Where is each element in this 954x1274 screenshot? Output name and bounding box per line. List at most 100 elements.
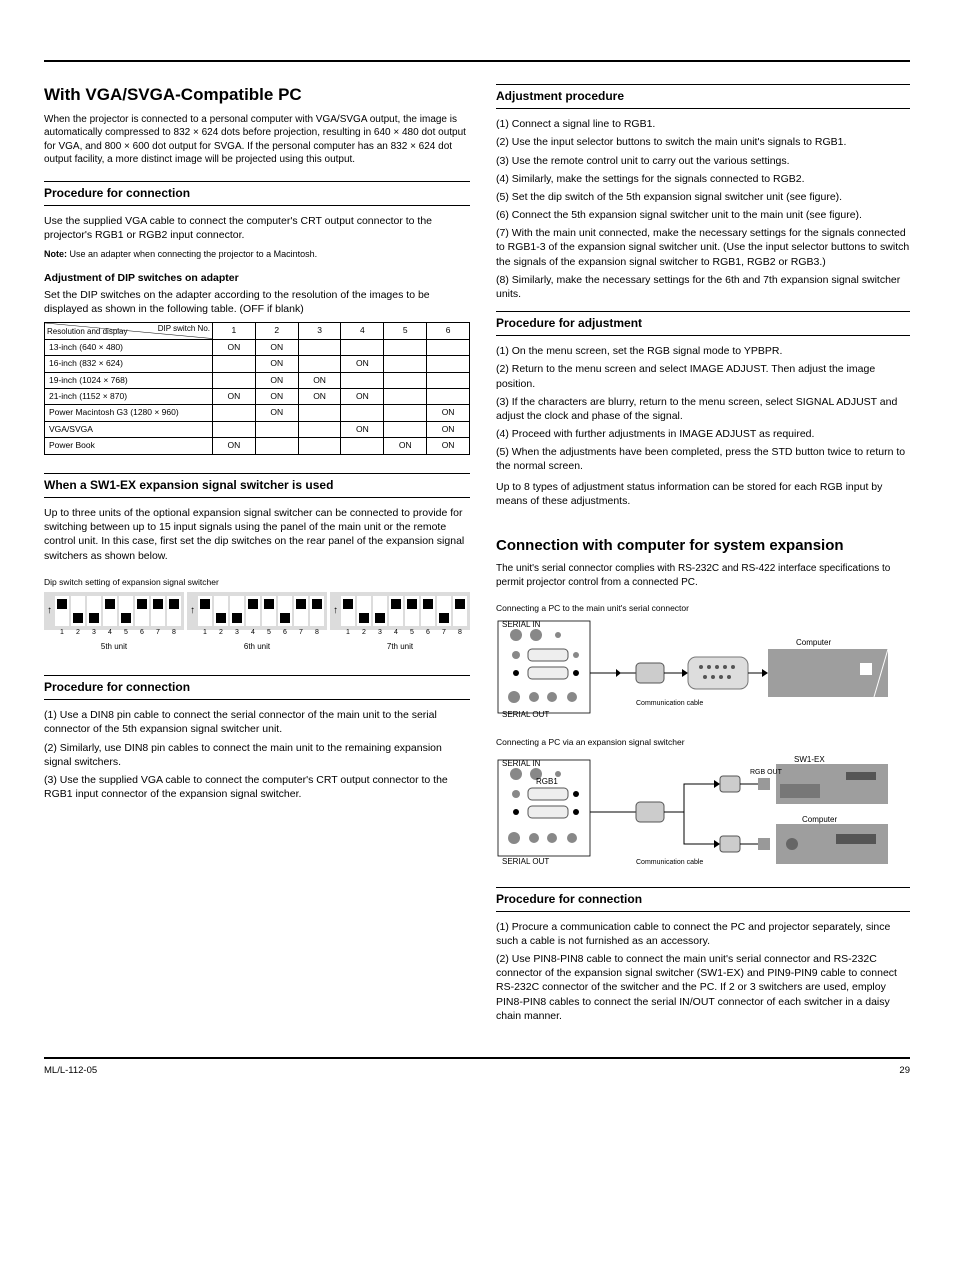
dip-unit: ↑12345678 — [187, 592, 327, 630]
right-heading-expansion: Connection with computer for system expa… — [496, 536, 910, 556]
dip-cell: ON — [298, 372, 341, 388]
svg-text:Computer: Computer — [796, 638, 831, 647]
sec-title-connection-2: Procedure for connection — [44, 679, 470, 695]
page-footer: ML/L-112-05 29 — [44, 1057, 910, 1076]
svg-text:RGB OUT: RGB OUT — [750, 769, 783, 776]
dip-cell — [213, 356, 256, 372]
dip-row-label: Power Macintosh G3 (1280 × 960) — [45, 405, 213, 421]
proc-step: (8) Similarly, make the necessary settin… — [496, 273, 910, 301]
proc-step: (3) Use the remote control unit to carry… — [496, 154, 910, 168]
dip-cell — [341, 405, 384, 421]
dip-cell: ON — [384, 438, 427, 454]
right-expansion-desc: The unit's serial connector complies wit… — [496, 562, 910, 589]
sw1ex-desc: Up to three units of the optional expans… — [44, 506, 470, 563]
dip-desc: Set the DIP switches on the adapter acco… — [44, 288, 470, 316]
dip-cell: ON — [255, 405, 298, 421]
dip-cell: ON — [213, 389, 256, 405]
proc-step: (4) Similarly, make the settings for the… — [496, 172, 910, 186]
dip-cell: ON — [255, 372, 298, 388]
dip-cell — [384, 389, 427, 405]
proc-text: Use the supplied VGA cable to connect th… — [44, 214, 470, 242]
proc-step: (1) Connect a signal line to RGB1. — [496, 117, 910, 131]
dip-cell: ON — [298, 389, 341, 405]
dip-cell — [341, 438, 384, 454]
proc-step: (6) Connect the 5th expansion signal swi… — [496, 208, 910, 222]
left-intro: When the projector is connected to a per… — [44, 113, 470, 167]
sec-title-adj1: Adjustment procedure — [496, 88, 910, 104]
proc-step: (2) Use the input selector buttons to sw… — [496, 135, 910, 149]
left-column: With VGA/SVGA-Compatible PC When the pro… — [44, 84, 470, 1027]
dip-row-label: VGA/SVGA — [45, 421, 213, 437]
rule — [44, 675, 470, 676]
proc-step: (3) Use the supplied VGA cable to connec… — [44, 773, 470, 801]
dip-cell — [384, 372, 427, 388]
footer-left: ML/L-112-05 — [44, 1065, 97, 1076]
proc-step: (1) Use a DIN8 pin cable to connect the … — [44, 708, 470, 736]
rule — [496, 335, 910, 336]
dip-unit: ↑12345678 — [330, 592, 470, 630]
rule — [44, 699, 470, 700]
dip-cell: ON — [255, 356, 298, 372]
dip-caption: Dip switch setting of expansion signal s… — [44, 577, 470, 588]
proc-step: (1) On the menu screen, set the RGB sign… — [496, 344, 910, 358]
rule — [44, 181, 470, 182]
dip-col: 6 — [427, 323, 470, 339]
diagram-caption-b: Connecting a PC via an expansion signal … — [496, 737, 910, 748]
dip-row-label: Power Book — [45, 438, 213, 454]
dip-cell — [298, 421, 341, 437]
dip-cell — [213, 405, 256, 421]
dip-cell: ON — [427, 438, 470, 454]
dip-col: 3 — [298, 323, 341, 339]
proc-step: (1) Procure a communication cable to con… — [496, 920, 910, 948]
dip-unit-label: 5th unit — [44, 642, 184, 653]
dip-cell: ON — [341, 356, 384, 372]
svg-text:RGB1: RGB1 — [536, 777, 558, 786]
proc-step: (7) With the main unit connected, make t… — [496, 226, 910, 269]
dip-cell: ON — [255, 339, 298, 355]
svg-text:SERIAL OUT: SERIAL OUT — [502, 857, 549, 866]
svg-text:SW1-EX: SW1-EX — [794, 755, 825, 764]
dip-cell: ON — [213, 438, 256, 454]
adj-summary: Up to 8 types of adjustment status infor… — [496, 480, 910, 508]
svg-text:Computer: Computer — [802, 815, 837, 824]
dip-cell: ON — [427, 405, 470, 421]
right-column: Adjustment procedure (1) Connect a signa… — [496, 84, 910, 1027]
dip-table-body: 13-inch (640 × 480)ONON16-inch (832 × 62… — [45, 339, 470, 454]
rule — [44, 205, 470, 206]
dip-cell — [427, 389, 470, 405]
connection-diagram-a: SERIAL IN SERIAL OUT Computer Communicat… — [496, 619, 896, 719]
rule — [44, 497, 470, 498]
dip-cell: ON — [341, 421, 384, 437]
dip-cell — [384, 356, 427, 372]
dip-cell — [341, 339, 384, 355]
dip-cell — [384, 421, 427, 437]
dip-switch-diagram: ↑12345678↑12345678↑12345678 — [44, 592, 470, 630]
dip-col: 2 — [255, 323, 298, 339]
proc-step: (4) Proceed with further adjustments in … — [496, 427, 910, 441]
footer-page: 29 — [899, 1065, 910, 1076]
proc-step: (2) Return to the menu screen and select… — [496, 362, 910, 390]
dip-row-label: 13-inch (640 × 480) — [45, 339, 213, 355]
dip-cell — [298, 405, 341, 421]
svg-text:Communication cable: Communication cable — [636, 859, 703, 866]
dip-cell — [298, 356, 341, 372]
rule — [496, 84, 910, 85]
dip-switch-table: DIP switch No. Resolution and display 1 … — [44, 322, 470, 455]
dip-col: 5 — [384, 323, 427, 339]
dip-cell — [384, 339, 427, 355]
dip-table-diag-header: DIP switch No. Resolution and display — [45, 323, 213, 339]
dip-row-label: 16-inch (832 × 624) — [45, 356, 213, 372]
dip-cell — [298, 438, 341, 454]
dip-row-label: 19-inch (1024 × 768) — [45, 372, 213, 388]
dip-cell — [384, 405, 427, 421]
dip-col: 4 — [341, 323, 384, 339]
left-heading: With VGA/SVGA-Compatible PC — [44, 84, 470, 107]
dip-cell — [341, 372, 384, 388]
svg-text:Communication cable: Communication cable — [636, 700, 703, 707]
dip-cell — [298, 339, 341, 355]
dip-cell — [255, 438, 298, 454]
rule — [496, 311, 910, 312]
svg-text:SERIAL IN: SERIAL IN — [502, 759, 541, 768]
dip-cell: ON — [427, 421, 470, 437]
dip-row-label: 21-inch (1152 × 870) — [45, 389, 213, 405]
